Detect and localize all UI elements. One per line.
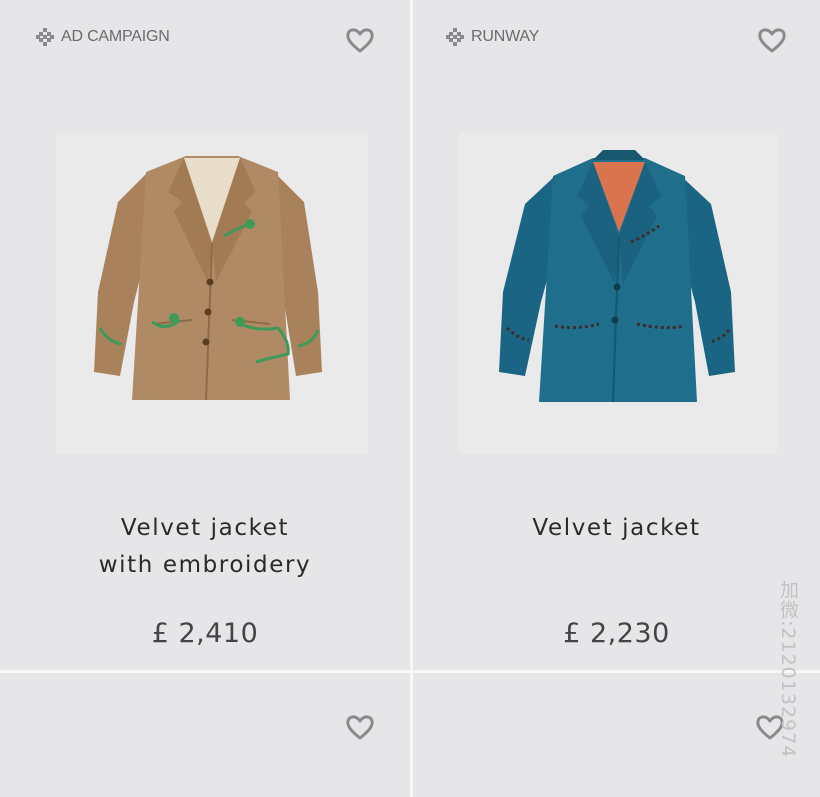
product-image[interactable] [459, 132, 777, 454]
product-name[interactable]: Velvet jacket [413, 510, 820, 547]
product-card-next[interactable] [0, 673, 410, 797]
heart-outline-icon[interactable] [757, 26, 787, 54]
product-price: £ 2,410 [151, 618, 259, 649]
product-tag: RUNWAY [446, 28, 539, 46]
product-grid: AD CAMPAIGN Velvet jacket with embroider… [0, 0, 820, 797]
product-tag-label: AD CAMPAIGN [61, 28, 170, 45]
diamond-pattern-icon [36, 28, 54, 46]
product-tag: AD CAMPAIGN [36, 28, 170, 46]
jacket-illustration [499, 150, 735, 403]
product-name[interactable]: Velvet jacket with embroidery [0, 510, 410, 584]
product-price: £ 2,230 [563, 618, 670, 649]
heart-outline-icon[interactable] [345, 26, 375, 54]
diamond-pattern-icon [446, 28, 464, 46]
product-tag-label: RUNWAY [471, 28, 540, 45]
jacket-illustration [94, 156, 322, 401]
product-card[interactable]: AD CAMPAIGN Velvet jacket with embroider… [0, 0, 410, 670]
heart-outline-icon[interactable] [345, 713, 375, 741]
product-card-next[interactable] [413, 673, 820, 797]
watermark-text: 加微:2120132974 [777, 580, 799, 759]
product-card[interactable]: RUNWAY Velvet jacket £ 2,230 [413, 0, 820, 670]
product-image[interactable] [56, 132, 368, 454]
